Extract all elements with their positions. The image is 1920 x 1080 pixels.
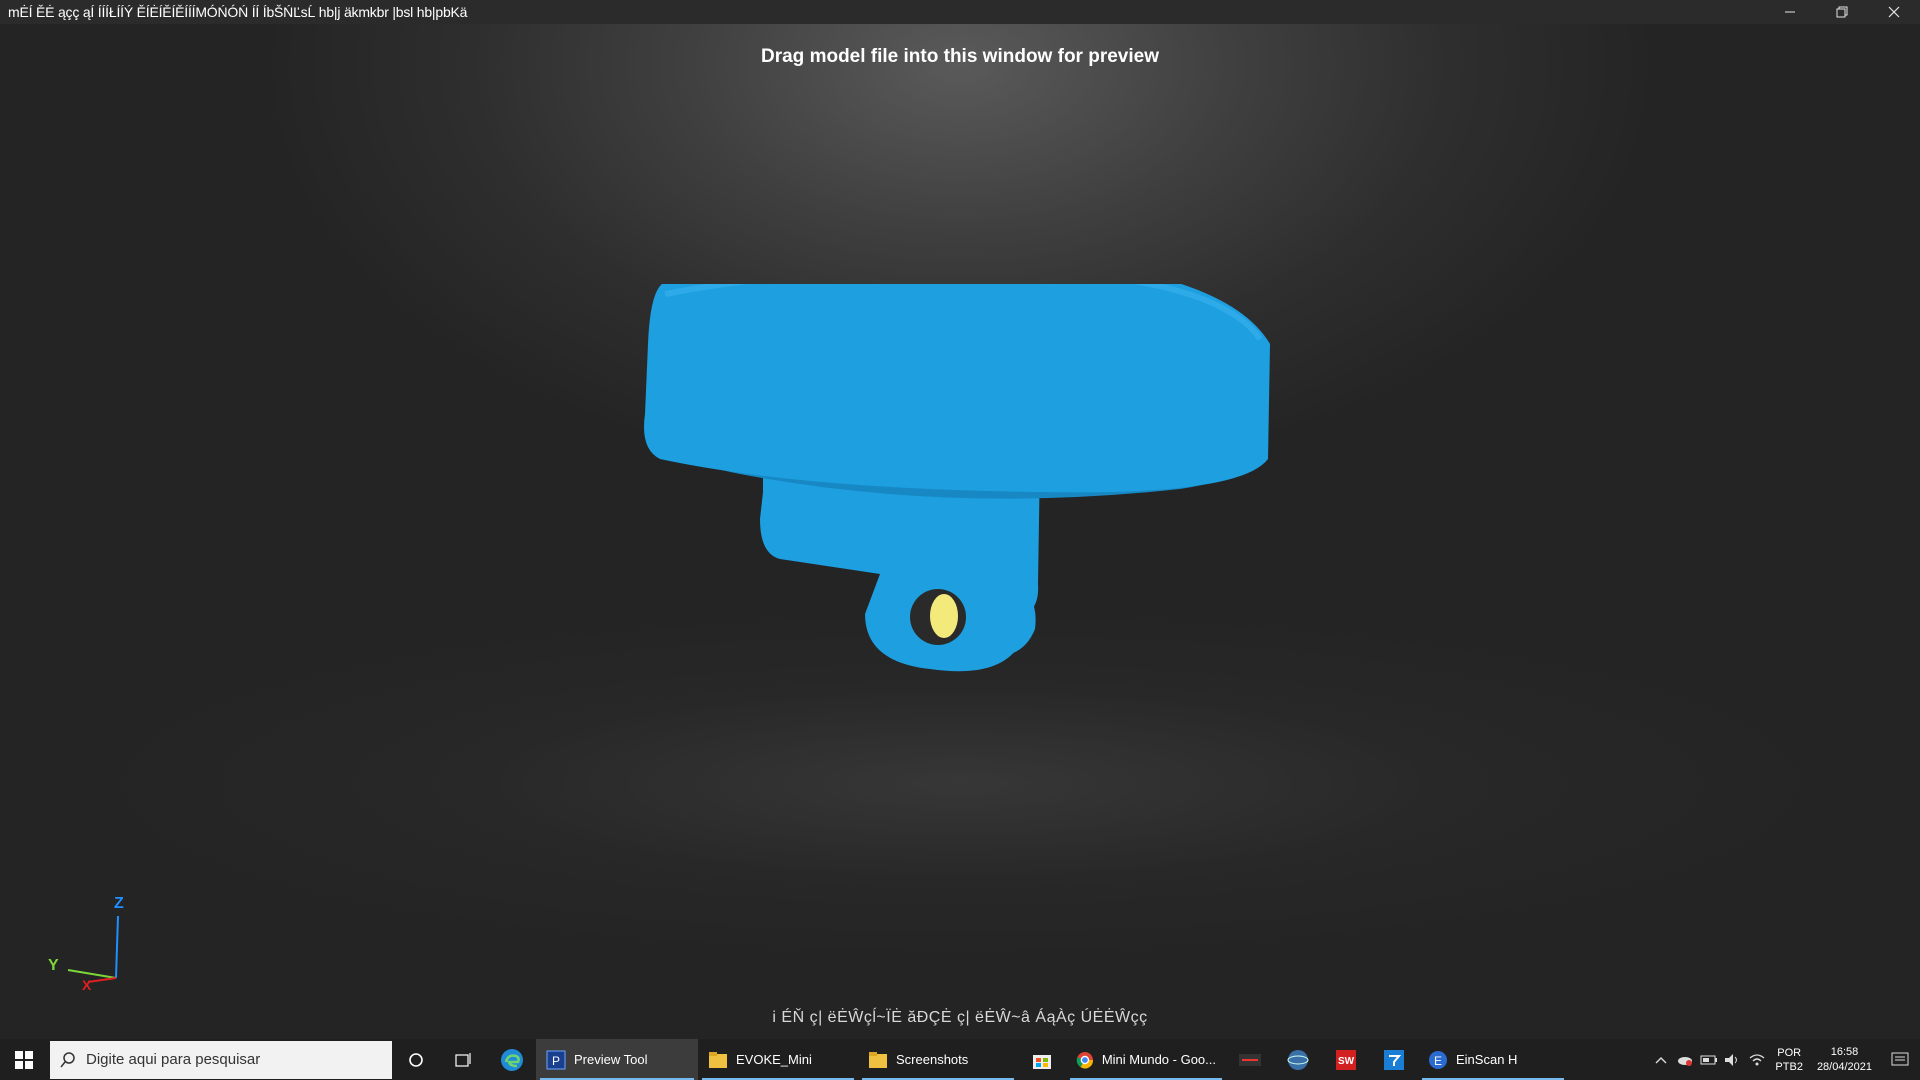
app-button-1[interactable] (1226, 1039, 1274, 1080)
svg-text:P: P (552, 1054, 560, 1068)
chrome-icon (1076, 1051, 1093, 1068)
close-button[interactable] (1868, 0, 1920, 24)
solidworks-button[interactable]: SW (1322, 1039, 1370, 1080)
edge-icon (501, 1048, 523, 1071)
task-view-icon (455, 1052, 471, 1067)
notification-icon (1891, 1052, 1909, 1065)
y-axis-label: Y (48, 957, 59, 974)
battery-icon (1700, 1055, 1718, 1064)
language-code: POR (1777, 1046, 1802, 1059)
scanned-3d-model[interactable] (620, 284, 1320, 824)
window-title: mĖÍ ĚĖ ąçç ąÍ ÍÍÍŁÍÍÝ ĚÍĖÍĚÍĚÍÍÍMÓŃÓŃ ÍÍ… (8, 4, 468, 20)
wifi-icon (1749, 1053, 1765, 1065)
svg-text:SW: SW (1338, 1056, 1355, 1067)
einscan-icon: E (1429, 1050, 1447, 1069)
clock-button[interactable]: 16:58 28/04/2021 (1809, 1045, 1880, 1075)
search-placeholder: Digite aqui para pesquisar (86, 1051, 261, 1068)
minimize-button[interactable] (1764, 0, 1816, 24)
restore-icon (1836, 6, 1848, 18)
app-button-3[interactable] (1370, 1039, 1418, 1080)
taskbar-item-label: EinScan H (1456, 1052, 1518, 1067)
close-icon (1888, 6, 1900, 18)
system-tray: POR PTB2 16:58 28/04/2021 (1649, 1039, 1920, 1080)
chevron-up-icon (1655, 1056, 1667, 1063)
taskbar-item-label: EVOKE_Mini (736, 1052, 812, 1067)
minimize-icon (1785, 11, 1795, 13)
app-button-2[interactable] (1274, 1039, 1322, 1080)
app-icon (1239, 1053, 1261, 1066)
taskbar-item-preview-tool[interactable]: P Preview Tool (536, 1039, 698, 1080)
cortana-button[interactable] (392, 1039, 440, 1080)
keyboard-layout: PTB2 (1775, 1060, 1803, 1073)
y-axis-line (67, 969, 117, 979)
start-button[interactable] (0, 1039, 48, 1080)
taskbar-item-label: Mini Mundo - Goo... (1101, 1052, 1216, 1067)
task-view-button[interactable] (440, 1039, 488, 1080)
battery-button[interactable] (1697, 1054, 1721, 1066)
store-button[interactable] (1018, 1039, 1066, 1080)
windows-start-icon (15, 1050, 33, 1069)
show-hidden-icons-button[interactable] (1649, 1055, 1673, 1065)
tray-app-button[interactable] (1673, 1053, 1697, 1067)
drag-hint-text: Drag model file into this window for pre… (761, 46, 1159, 67)
axis-gizmo: Z Y X (48, 895, 124, 993)
app-icon (1384, 1049, 1404, 1070)
edge-button[interactable] (488, 1039, 536, 1080)
windows-taskbar: Digite aqui para pesquisar P Preview Too… (0, 1039, 1920, 1080)
cloud-icon (1678, 1056, 1693, 1066)
taskbar-item-label: Screenshots (896, 1052, 969, 1067)
taskbar-item-einscan[interactable]: E EinScan H (1418, 1039, 1568, 1080)
x-axis-label: X (82, 977, 92, 993)
solidworks-icon: SW (1336, 1049, 1356, 1070)
window-titlebar: mĖÍ ĚĖ ąçç ąÍ ÍÍÍŁÍÍÝ ĚÍĖÍĚÍĚÍÍÍMÓŃÓŃ ÍÍ… (0, 0, 1920, 24)
taskbar-item-chrome[interactable]: Mini Mundo - Goo... (1066, 1039, 1226, 1080)
z-axis-label: Z (114, 895, 124, 912)
taskbar-item-label: Preview Tool (574, 1052, 648, 1067)
speaker-icon (1725, 1053, 1738, 1066)
status-bar-text: i ÉŇ ç| ëĖŴçĺ~ÏĖ ăĐÇĖ ç| ëĖŴ~â ÁąÀç ÚĖĖŴ… (772, 1009, 1148, 1026)
folder-icon (869, 1051, 887, 1068)
model-cap (644, 284, 1270, 493)
action-center-button[interactable] (1880, 1052, 1920, 1068)
folder-icon (709, 1051, 727, 1068)
search-icon (50, 1051, 86, 1068)
3d-viewport[interactable]: Drag model file into this window for pre… (0, 24, 1920, 1039)
model-hole-patch (930, 594, 958, 638)
taskbar-item-screenshots[interactable]: Screenshots (858, 1039, 1018, 1080)
preview-tool-icon: P (546, 1050, 566, 1069)
cortana-icon (409, 1052, 423, 1067)
taskbar-search-box[interactable]: Digite aqui para pesquisar (50, 1040, 392, 1079)
x-axis-line (87, 977, 117, 983)
svg-text:E: E (1434, 1054, 1442, 1068)
store-icon (1033, 1054, 1051, 1069)
wifi-button[interactable] (1745, 1053, 1769, 1067)
globe-app-icon (1287, 1049, 1309, 1070)
volume-button[interactable] (1721, 1053, 1745, 1067)
input-language-button[interactable]: POR PTB2 (1769, 1046, 1809, 1074)
restore-button[interactable] (1816, 0, 1868, 24)
taskbar-item-evoke-mini[interactable]: EVOKE_Mini (698, 1039, 858, 1080)
z-axis-line (115, 915, 119, 979)
clock-time: 16:58 (1830, 1045, 1859, 1058)
clock-date: 28/04/2021 (1816, 1060, 1872, 1073)
